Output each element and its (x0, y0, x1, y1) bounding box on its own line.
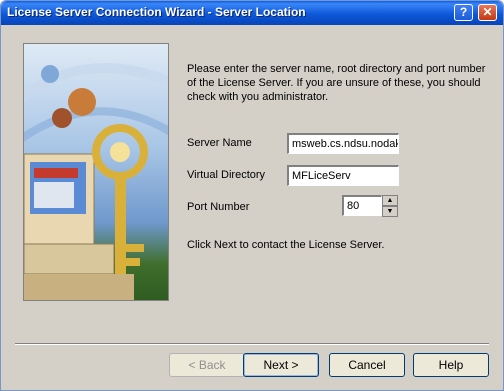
port-number-label: Port Number (187, 201, 250, 213)
button-separator (15, 343, 489, 345)
help-button[interactable]: Help (413, 353, 489, 377)
server-name-field[interactable]: msweb.cs.ndsu.nodak (287, 133, 399, 154)
key-computer-image (24, 63, 168, 300)
help-title-button[interactable]: ? (454, 4, 473, 21)
port-number-field[interactable]: 80 (342, 195, 382, 216)
cancel-button[interactable]: Cancel (329, 353, 405, 377)
title-bar[interactable]: License Server Connection Wizard - Serve… (1, 1, 503, 25)
virtual-directory-field[interactable]: MFLiceServ (287, 165, 399, 186)
hint-text: Click Next to contact the License Server… (187, 239, 385, 251)
close-button[interactable]: ✕ (478, 4, 497, 21)
wizard-illustration (23, 43, 169, 301)
server-name-label: Server Name (187, 137, 252, 149)
intro-line-3: check with you administrator. (187, 91, 329, 103)
intro-line-2: of the License Server. If you are unsure… (187, 77, 481, 89)
intro-line-1: Please enter the server name, root direc… (187, 63, 486, 75)
window-title: License Server Connection Wizard - Serve… (7, 5, 306, 19)
port-spin-up-icon[interactable]: ▲ (382, 195, 398, 206)
back-button[interactable]: < Back (169, 353, 245, 377)
next-button[interactable]: Next > (243, 353, 319, 377)
port-spin-down-icon[interactable]: ▼ (382, 206, 398, 217)
virtual-directory-label: Virtual Directory (187, 169, 266, 181)
wizard-window: License Server Connection Wizard - Serve… (0, 0, 504, 391)
